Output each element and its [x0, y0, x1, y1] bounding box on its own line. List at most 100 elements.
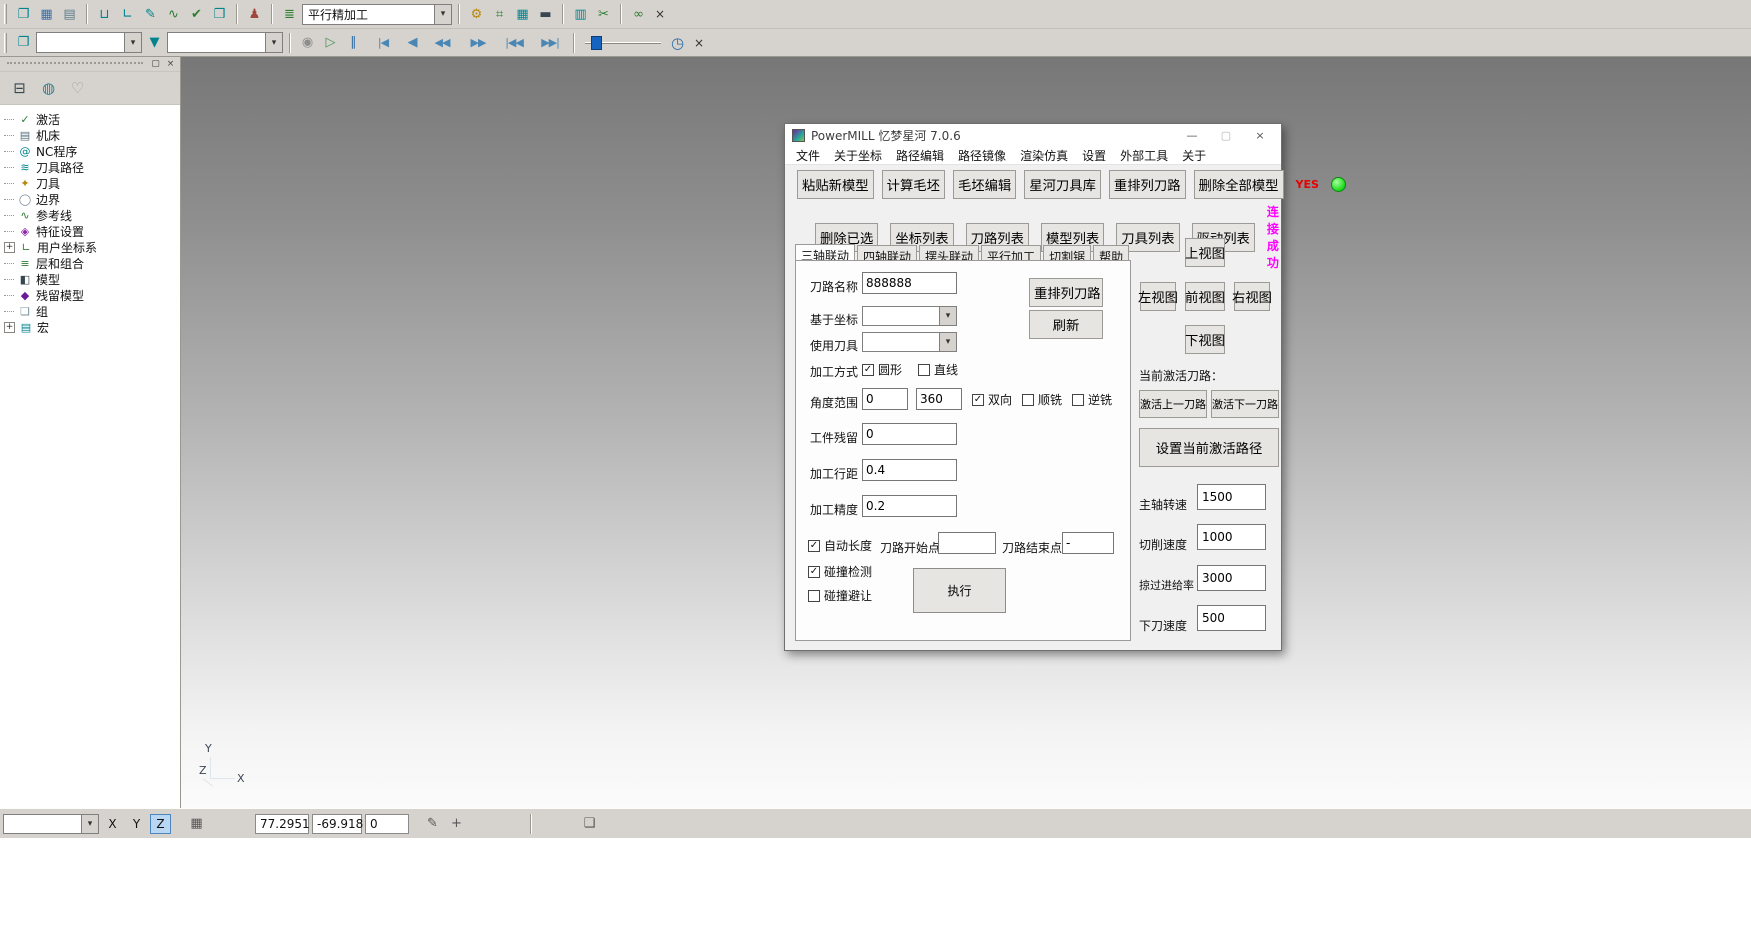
- delete-all-models-button[interactable]: 删除全部模型: [1194, 170, 1284, 199]
- worklist-icon[interactable]: ≣: [279, 4, 300, 25]
- panel-close-button[interactable]: ×: [164, 58, 177, 70]
- tree-item-nc-programs[interactable]: @NC程序: [4, 143, 180, 159]
- auto-length-checkbox[interactable]: ✓: [808, 540, 820, 552]
- spindle-speed-field[interactable]: [1197, 484, 1266, 510]
- menu-coordinates[interactable]: 关于坐标: [827, 147, 889, 164]
- globe-icon[interactable]: ◍: [38, 78, 59, 99]
- toolbar-grip[interactable]: [4, 4, 7, 24]
- measure-icon[interactable]: ∟: [117, 4, 138, 25]
- collision-avoid-checkbox[interactable]: ✓: [808, 590, 820, 602]
- angle-start-field[interactable]: [862, 388, 908, 410]
- tools-icon[interactable]: ⚙: [466, 4, 487, 25]
- clock-icon[interactable]: ◷: [667, 32, 688, 53]
- toolpath-name-field[interactable]: [862, 272, 957, 294]
- tolerance-field[interactable]: [862, 495, 957, 517]
- tree-item-groups[interactable]: ❏组: [4, 303, 180, 319]
- window-icon[interactable]: ❏: [579, 813, 600, 834]
- step-back-icon[interactable]: ◀: [402, 32, 423, 53]
- rearrange-toolpaths-button-2[interactable]: 重排列刀路: [1029, 278, 1103, 307]
- circle-checkbox-row[interactable]: ✓ 圆形: [862, 361, 902, 378]
- tree-item-tools[interactable]: ✦刀具: [4, 175, 180, 191]
- stepover-field[interactable]: [862, 459, 957, 481]
- strategy-combo[interactable]: 平行精加工 ▾: [302, 4, 452, 25]
- tree-item-stock-models[interactable]: ◆残留模型: [4, 287, 180, 303]
- collision-check-checkbox-row[interactable]: ✓ 碰撞检测: [808, 563, 872, 580]
- tree-item-boundaries[interactable]: ◯边界: [4, 191, 180, 207]
- view-combo[interactable]: ▾: [3, 814, 99, 834]
- y-axis-button[interactable]: Y: [126, 814, 147, 834]
- hierarchy-icon[interactable]: ⊟: [9, 78, 30, 99]
- tree-item-toolpaths[interactable]: ≋刀具路径: [4, 159, 180, 175]
- panel-grip[interactable]: [7, 62, 143, 67]
- menu-path-edit[interactable]: 路径编辑: [889, 147, 951, 164]
- tree-item-levels-and-sets[interactable]: ≡层和组合: [4, 255, 180, 271]
- pause-icon[interactable]: ∥: [343, 32, 364, 53]
- top-view-button[interactable]: 上视图: [1185, 238, 1225, 267]
- panel-pin-button[interactable]: ▢: [149, 58, 162, 70]
- tree-item-activate[interactable]: ✓激活: [4, 111, 180, 127]
- filter-icon[interactable]: ▼: [144, 32, 165, 53]
- start-point-field[interactable]: [938, 532, 996, 554]
- grid-icon[interactable]: ▦: [512, 4, 533, 25]
- activate-next-toolpath-button[interactable]: 激活下一刀路: [1211, 390, 1279, 418]
- execute-button[interactable]: 执行: [913, 568, 1006, 613]
- slider-handle[interactable]: [591, 36, 602, 50]
- fast-forward-icon[interactable]: ▶▶: [461, 32, 495, 53]
- collision-check-checkbox[interactable]: ✓: [808, 566, 820, 578]
- expand-icon[interactable]: +: [4, 242, 15, 253]
- blocks-icon[interactable]: ❒: [209, 4, 230, 25]
- tree-item-patterns[interactable]: ∿参考线: [4, 207, 180, 223]
- tree-item-machine-tools[interactable]: ▤机床: [4, 127, 180, 143]
- x-axis-button[interactable]: X: [102, 814, 123, 834]
- dropdown-arrow-icon[interactable]: ▾: [265, 33, 282, 52]
- maximize-button[interactable]: ▢: [1212, 126, 1240, 144]
- jump-back-icon[interactable]: |◀◀: [497, 32, 531, 53]
- menu-settings[interactable]: 设置: [1075, 147, 1113, 164]
- climb-checkbox-row[interactable]: ✓ 顺铣: [1022, 391, 1062, 408]
- use-tool-combo[interactable]: ▾: [862, 332, 957, 352]
- z-axis-button[interactable]: Z: [150, 814, 171, 834]
- stats-icon[interactable]: ▥: [570, 4, 591, 25]
- jump-end-icon[interactable]: ▶▶|: [533, 32, 567, 53]
- grid-icon[interactable]: ▦: [186, 813, 207, 834]
- menu-external-tools[interactable]: 外部工具: [1113, 147, 1175, 164]
- origin-icon[interactable]: +: [446, 813, 467, 834]
- play-icon[interactable]: ▷: [320, 32, 341, 53]
- menu-render-sim[interactable]: 渲染仿真: [1013, 147, 1075, 164]
- layers-icon[interactable]: ❐: [13, 32, 34, 53]
- expand-icon[interactable]: +: [4, 322, 15, 333]
- toolbar-close-button[interactable]: ×: [651, 4, 669, 25]
- sim-toolbar-close-button[interactable]: ×: [690, 32, 708, 53]
- close-button[interactable]: ×: [1246, 126, 1274, 144]
- curve-icon[interactable]: ∿: [163, 4, 184, 25]
- favorites-icon[interactable]: ♡: [67, 78, 88, 99]
- right-view-button[interactable]: 右视图: [1234, 282, 1270, 311]
- toolbar-grip[interactable]: [4, 33, 7, 53]
- magnet-icon[interactable]: ⊔: [94, 4, 115, 25]
- user-icon[interactable]: ♟: [244, 4, 265, 25]
- conventional-checkbox-row[interactable]: ✓ 逆铣: [1072, 391, 1112, 408]
- block-edit-button[interactable]: 毛坯编辑: [953, 170, 1016, 199]
- coord-x-field[interactable]: 77.2951: [255, 814, 309, 834]
- front-view-button[interactable]: 前视图: [1185, 282, 1225, 311]
- binoculars-icon[interactable]: ∞: [628, 4, 649, 25]
- menu-file[interactable]: 文件: [789, 147, 827, 164]
- circle-checkbox[interactable]: ✓: [862, 364, 874, 376]
- dialog-title-bar[interactable]: PowerMILL 忆梦星河 7.0.6 — ▢ ×: [785, 124, 1281, 146]
- coord-y-field[interactable]: -69.918: [312, 814, 362, 834]
- plunge-speed-field[interactable]: [1197, 605, 1266, 631]
- dropdown-arrow-icon[interactable]: ▾: [434, 5, 451, 24]
- dropdown-arrow-icon[interactable]: ▾: [81, 815, 98, 833]
- jump-start-icon[interactable]: |◀: [366, 32, 400, 53]
- rewind-icon[interactable]: ◀◀: [425, 32, 459, 53]
- calculator-icon[interactable]: ▬: [535, 4, 556, 25]
- bottom-view-button[interactable]: 下视图: [1185, 325, 1225, 354]
- skim-feed-field[interactable]: [1197, 565, 1266, 591]
- climb-checkbox[interactable]: ✓: [1022, 394, 1034, 406]
- save-icon[interactable]: ▦: [36, 4, 57, 25]
- tree-item-models[interactable]: ◧模型: [4, 271, 180, 287]
- verify-icon[interactable]: ✔: [186, 4, 207, 25]
- conventional-checkbox[interactable]: ✓: [1072, 394, 1084, 406]
- tree-item-macros[interactable]: +▤宏: [4, 319, 180, 335]
- menu-about[interactable]: 关于: [1175, 147, 1213, 164]
